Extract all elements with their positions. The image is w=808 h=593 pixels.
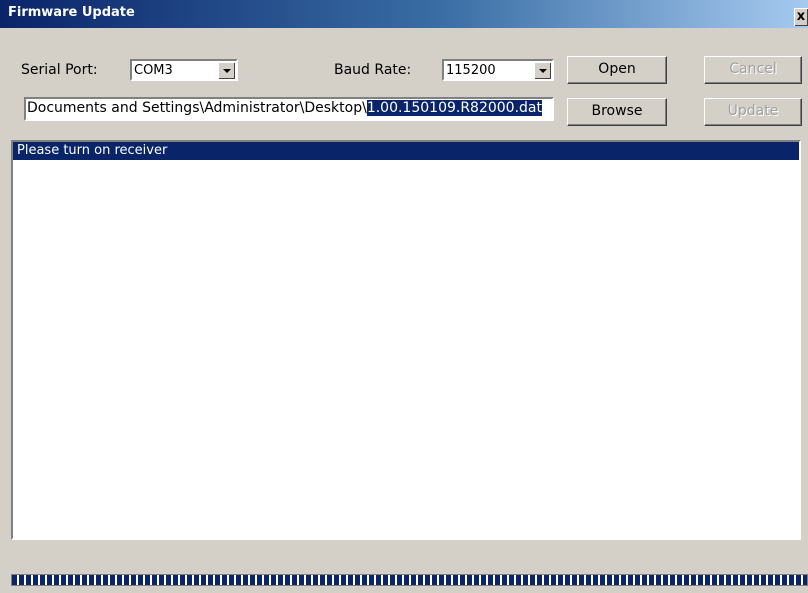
firmware-update-window: Firmware Update x Serial Port: COM3 Baud… <box>0 0 808 593</box>
status-log[interactable]: Please turn on receiver <box>11 140 801 540</box>
open-button[interactable]: Open <box>567 56 667 84</box>
firmware-file-path-field[interactable]: Documents and Settings\Administrator\Des… <box>24 97 554 121</box>
file-path-text: Documents and Settings\Administrator\Des… <box>27 100 367 116</box>
window-title: Firmware Update <box>8 5 135 20</box>
log-line[interactable]: Please turn on receiver <box>13 142 799 160</box>
chevron-down-icon[interactable] <box>218 62 235 79</box>
title-bar[interactable]: Firmware Update x <box>0 0 808 28</box>
browse-button[interactable]: Browse <box>567 98 667 126</box>
update-button[interactable]: Update <box>704 98 802 126</box>
cancel-button[interactable]: Cancel <box>704 56 802 84</box>
serial-port-label: Serial Port: <box>21 62 98 78</box>
baud-rate-value: 115200 <box>446 63 496 78</box>
file-path-selected-text: 1.00.150109.R82000.dat <box>366 100 542 116</box>
serial-port-value: COM3 <box>134 63 173 78</box>
update-progress-bar <box>11 574 808 586</box>
close-icon: x <box>796 9 806 24</box>
progress-fill <box>12 575 807 585</box>
baud-rate-select[interactable]: 115200 <box>442 59 554 81</box>
baud-rate-label: Baud Rate: <box>334 62 412 78</box>
chevron-down-icon[interactable] <box>534 62 551 79</box>
serial-port-select[interactable]: COM3 <box>130 59 238 81</box>
close-button[interactable]: x <box>794 8 808 26</box>
